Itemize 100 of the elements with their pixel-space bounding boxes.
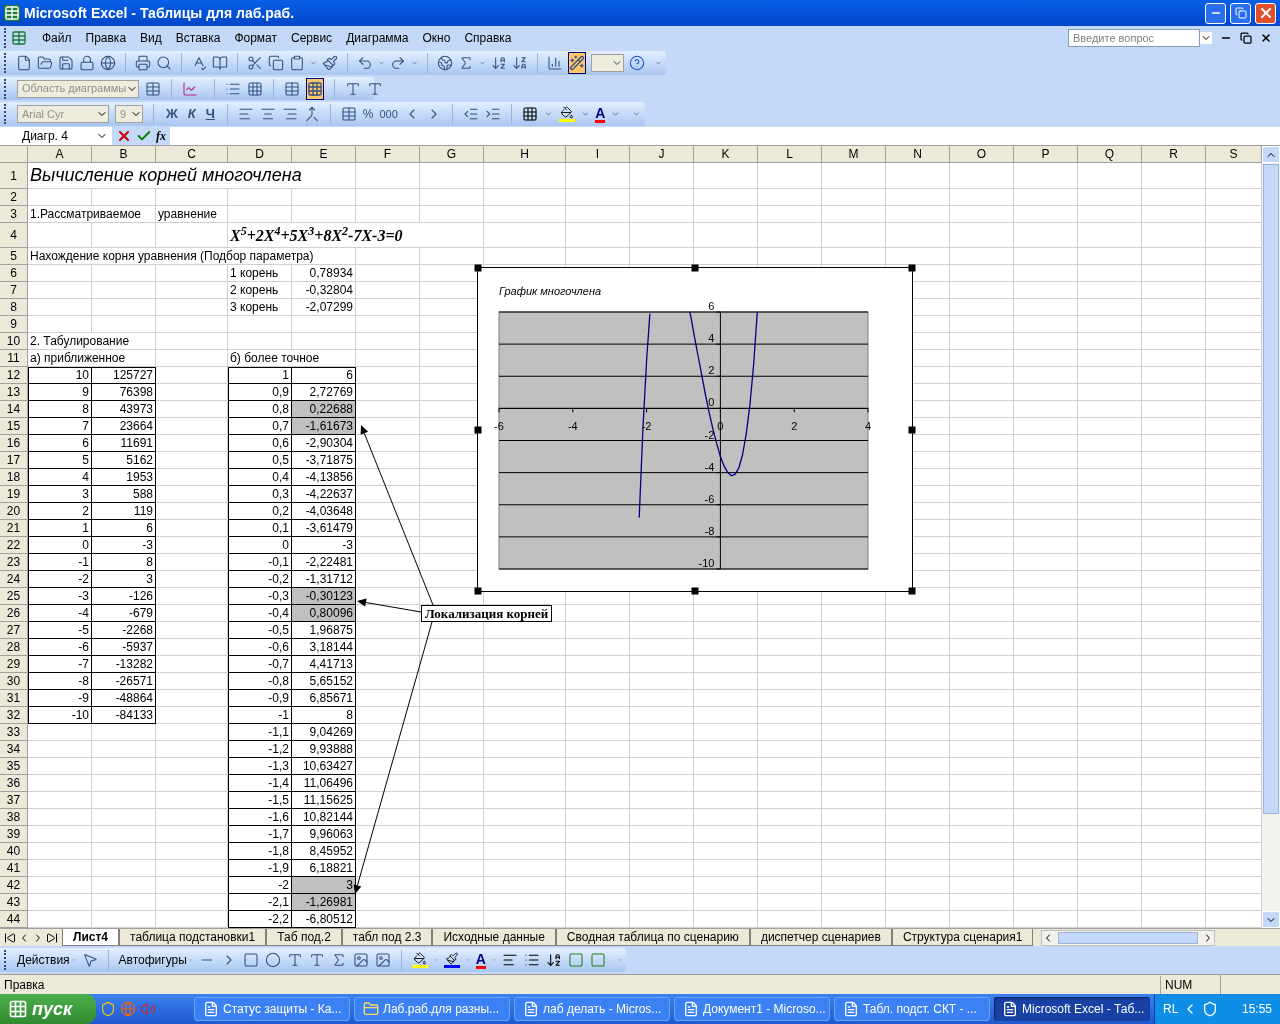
row-header[interactable]: 42 [0, 877, 28, 894]
font-color-button[interactable]: A [595, 105, 606, 123]
align-center-icon[interactable] [259, 106, 276, 122]
row-header[interactable]: 5 [0, 248, 28, 265]
row-header[interactable]: 21 [0, 520, 28, 537]
rectangle-icon[interactable] [242, 952, 259, 968]
tray-icon[interactable] [1202, 1001, 1219, 1017]
column-header[interactable]: Q [1078, 146, 1142, 163]
row-header[interactable]: 22 [0, 537, 28, 554]
row-header[interactable]: 25 [0, 588, 28, 605]
sheet-tab[interactable]: Лист4 [62, 929, 120, 946]
sheet-tab[interactable]: табл под 2.3 [341, 929, 433, 946]
column-header[interactable]: O [950, 146, 1014, 163]
paste-icon[interactable] [289, 55, 305, 71]
row-header[interactable]: 31 [0, 690, 28, 707]
help-search-field[interactable]: Введите вопрос [1068, 29, 1200, 47]
fill-color-icon[interactable] [411, 952, 428, 968]
row-header[interactable]: 35 [0, 758, 28, 775]
merge-center-icon[interactable] [303, 106, 320, 122]
row-header[interactable]: 34 [0, 741, 28, 758]
underline-button[interactable]: Ч [203, 104, 217, 124]
row-header[interactable]: 14 [0, 401, 28, 418]
taskbar-button[interactable]: лаб делать - Micros... [514, 997, 670, 1021]
autoshapes-menu[interactable]: Автофигуры [118, 951, 187, 969]
menu-item[interactable]: Вставка [168, 29, 228, 47]
menu-item[interactable]: Сервис [284, 29, 340, 47]
bold-button[interactable]: Ж [163, 104, 180, 124]
sheet-tab[interactable]: Сводная таблица по сценарию [555, 929, 750, 946]
row-header[interactable]: 12 [0, 367, 28, 384]
chart-wizard-button[interactable] [567, 52, 586, 74]
taskbar-button[interactable]: Лаб.раб.для разны... [354, 997, 510, 1021]
by-column-button[interactable] [306, 77, 325, 100]
open-folder-icon[interactable] [37, 55, 53, 71]
taskbar-button[interactable]: Табл. подст. СКТ - ... [834, 997, 990, 1021]
row-header[interactable]: 41 [0, 860, 28, 877]
column-header[interactable]: A [28, 146, 92, 163]
column-header[interactable]: N [886, 146, 950, 163]
text-box-icon[interactable] [286, 952, 303, 968]
row-header[interactable]: 11 [0, 350, 28, 367]
row-header[interactable]: 2 [0, 189, 28, 206]
row-header[interactable]: 23 [0, 554, 28, 571]
oval-icon[interactable] [264, 952, 281, 968]
data-table-icon[interactable] [247, 80, 264, 97]
row-header[interactable]: 27 [0, 622, 28, 639]
row-header[interactable]: 43 [0, 894, 28, 911]
sheet-tab[interactable]: Исходные данные [432, 929, 556, 946]
save-icon[interactable] [58, 55, 74, 71]
column-header[interactable]: H [484, 146, 566, 163]
row-header[interactable]: 28 [0, 639, 28, 656]
resize-handle[interactable] [908, 264, 916, 272]
row-header[interactable]: 40 [0, 843, 28, 860]
clip-art-icon[interactable] [352, 952, 369, 968]
resize-handle[interactable] [474, 426, 482, 433]
column-header[interactable]: K [694, 146, 758, 163]
line-color-icon[interactable] [443, 952, 460, 968]
row-header[interactable]: 3 [0, 206, 28, 223]
menu-item[interactable]: Окно [415, 29, 458, 47]
line-style-icon[interactable] [502, 952, 518, 968]
row-header[interactable]: 24 [0, 571, 28, 588]
row-header[interactable]: 10 [0, 333, 28, 350]
resize-handle[interactable] [691, 264, 699, 272]
row-header[interactable]: 44 [0, 911, 28, 928]
row-header[interactable]: 13 [0, 384, 28, 401]
menu-item[interactable]: Правка [78, 29, 134, 47]
row-header[interactable]: 19 [0, 486, 28, 503]
callout-label[interactable]: Локализация корней [421, 605, 553, 622]
start-button[interactable]: пуск [0, 994, 96, 1024]
chart-icon[interactable] [546, 55, 563, 71]
column-header[interactable]: C [156, 146, 228, 163]
row-header[interactable]: 18 [0, 469, 28, 486]
minimize-button[interactable] [1205, 2, 1226, 24]
menu-item[interactable]: Диаграмма [339, 29, 416, 47]
row-header[interactable]: 4 [0, 223, 28, 248]
row-header[interactable]: 30 [0, 673, 28, 690]
thousands-button[interactable]: 000 [379, 105, 398, 123]
sort-ascending-icon[interactable] [490, 55, 507, 71]
resize-handle[interactable] [474, 264, 482, 272]
taskbar-button[interactable]: Статус защиты - Ка... [194, 997, 350, 1021]
column-header[interactable]: G [420, 146, 484, 163]
menu-item[interactable]: Вид [133, 29, 169, 47]
align-right-icon[interactable] [281, 106, 298, 122]
taskbar-button[interactable]: Microsoft Excel - Таб... [994, 997, 1150, 1021]
by-row-icon[interactable] [284, 80, 301, 97]
menu-item[interactable]: Справка [457, 29, 519, 47]
cancel-icon[interactable] [116, 128, 132, 144]
permission-icon[interactable] [79, 55, 95, 71]
chart-type-icon[interactable] [182, 80, 199, 97]
column-header[interactable]: R [1142, 146, 1206, 163]
fill-color-icon[interactable] [558, 106, 575, 122]
new-document-icon[interactable] [16, 55, 32, 71]
print-preview-icon[interactable] [156, 55, 172, 71]
workbook-icon[interactable] [11, 30, 27, 46]
undo-icon[interactable] [356, 55, 373, 71]
column-header[interactable]: E [292, 146, 356, 163]
resize-handle[interactable] [691, 587, 699, 595]
row-header[interactable]: 15 [0, 418, 28, 435]
row-header[interactable]: 20 [0, 503, 28, 520]
column-header[interactable]: D [228, 146, 292, 163]
row-header[interactable]: 8 [0, 299, 28, 316]
row-header[interactable]: 38 [0, 809, 28, 826]
